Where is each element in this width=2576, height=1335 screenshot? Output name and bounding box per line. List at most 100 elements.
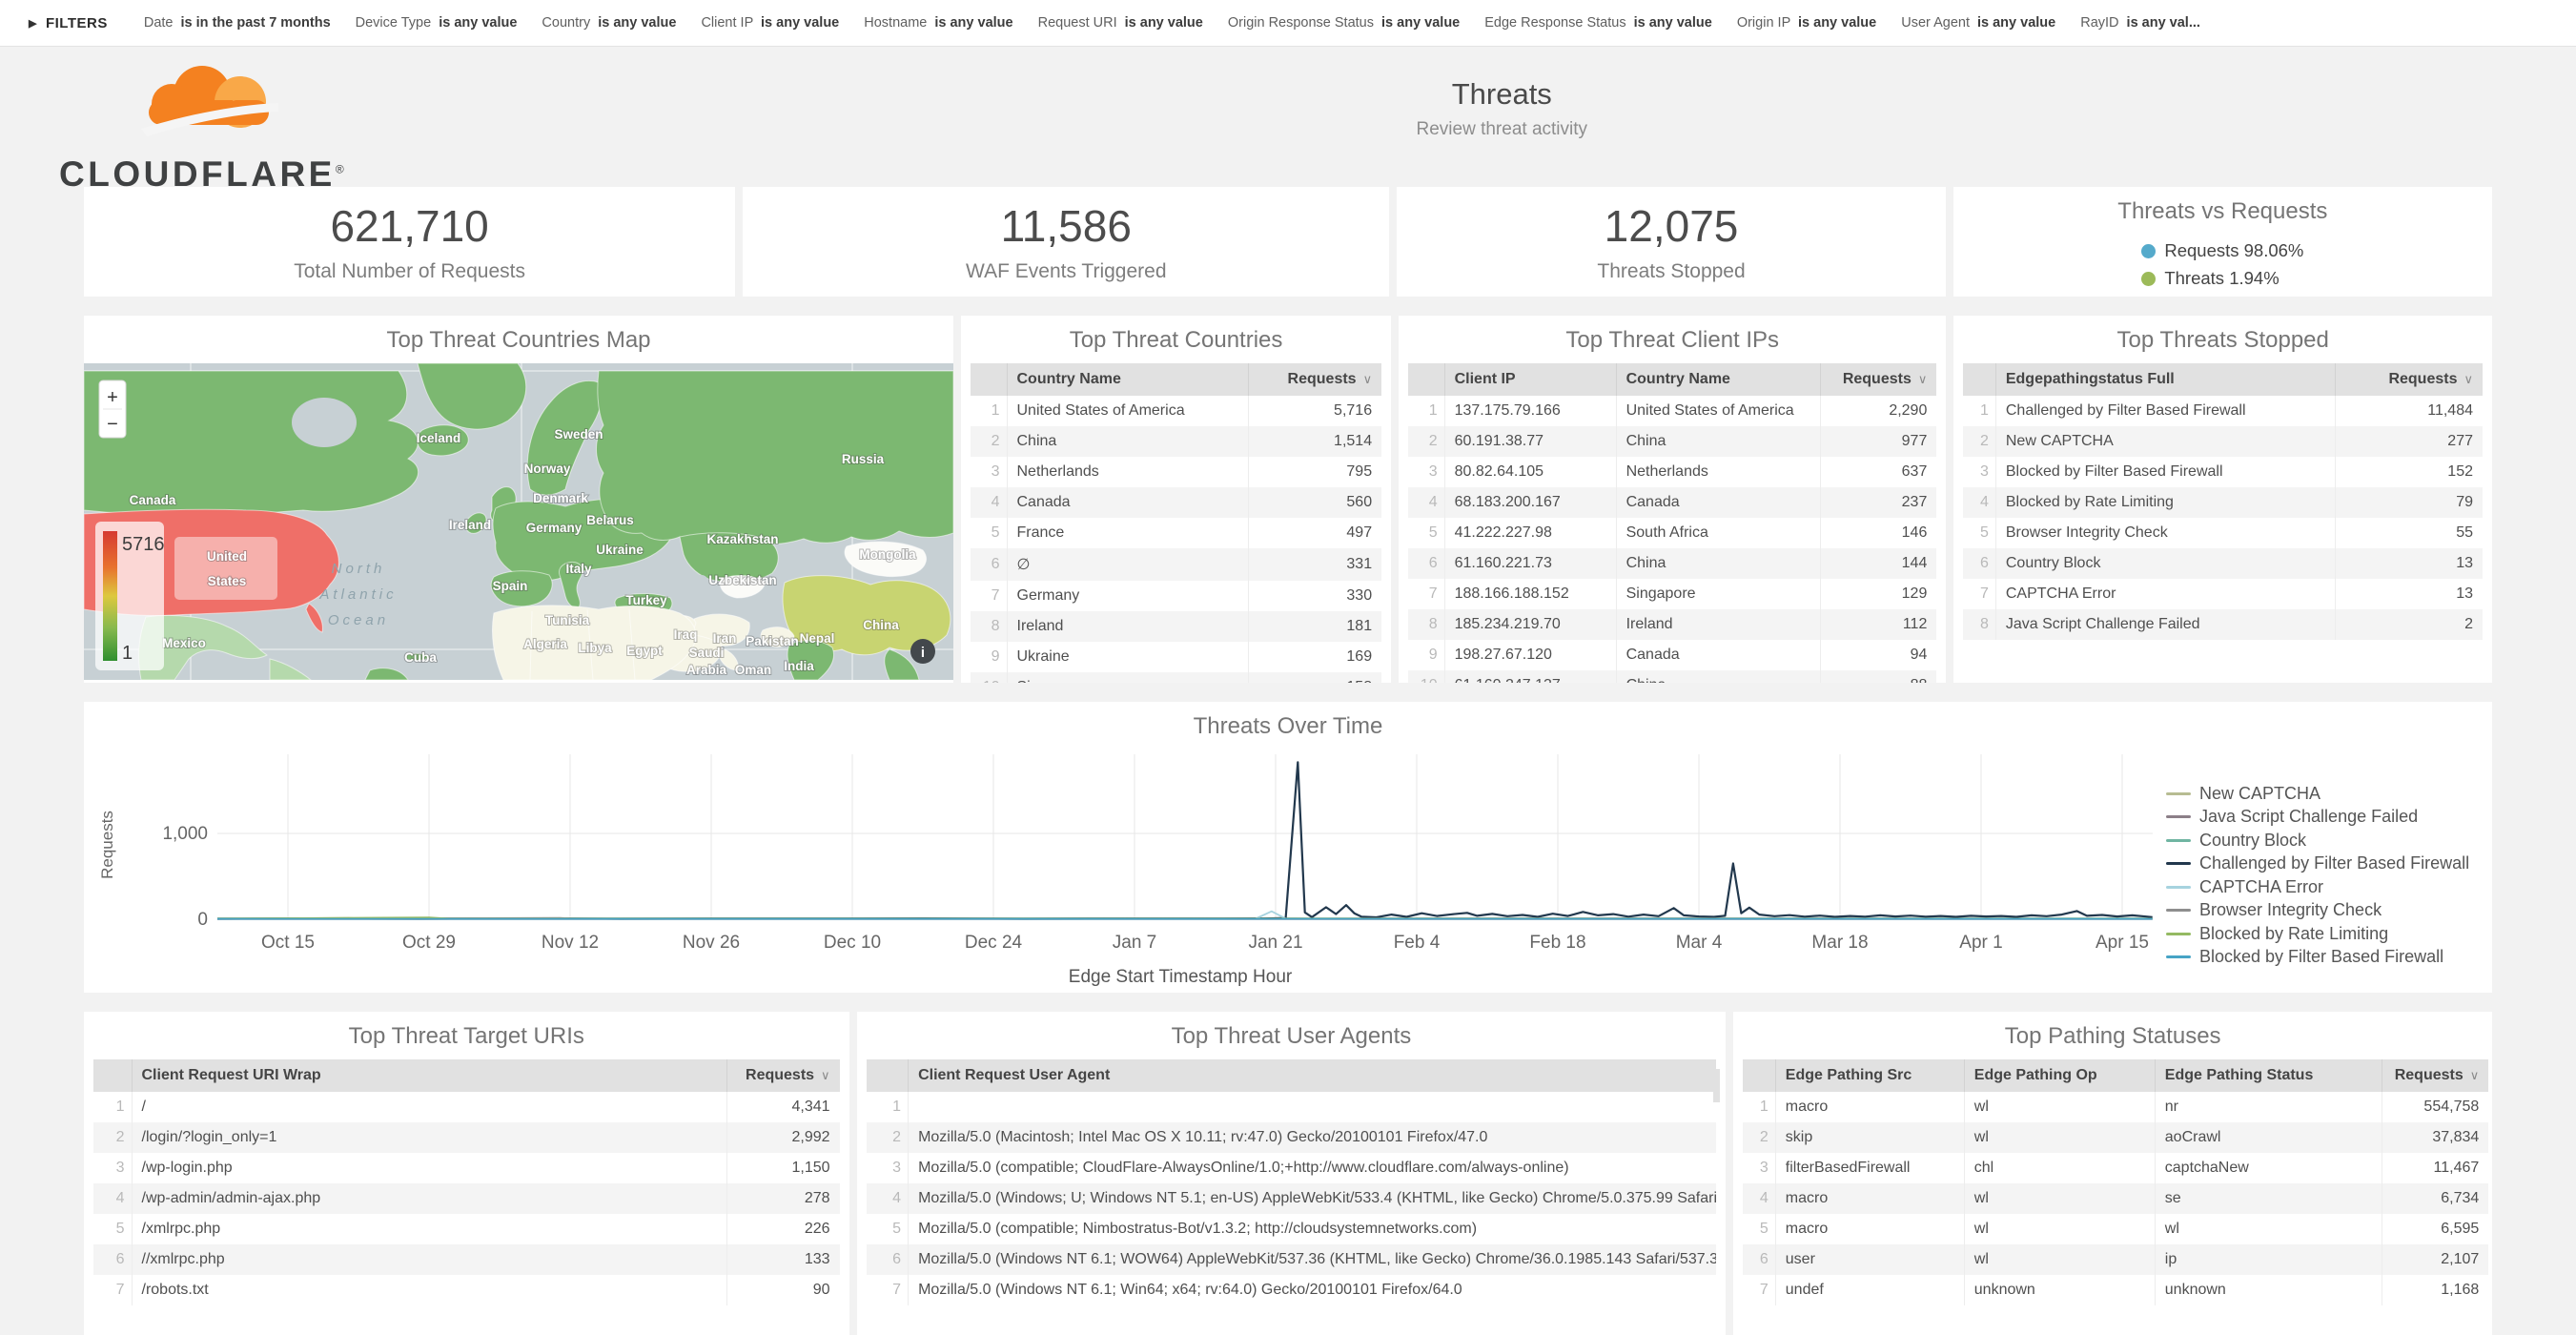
legend-label: CAPTCHA Error xyxy=(2199,877,2323,897)
cell: 55 xyxy=(2335,518,2483,548)
filters-toggle[interactable]: ▶ FILTERS xyxy=(29,15,108,31)
filter-item[interactable]: Device Type is any value xyxy=(356,15,518,31)
cell: 79 xyxy=(2335,487,2483,518)
cell: 88 xyxy=(1820,670,1936,683)
filters-toggle-label: FILTERS xyxy=(46,15,108,31)
cell: 237 xyxy=(1820,487,1936,518)
filter-item[interactable]: Request URI is any value xyxy=(1038,15,1203,31)
filter-bar: ▶ FILTERS Date is in the past 7 months De… xyxy=(0,0,2576,47)
cell: Netherlands xyxy=(1007,457,1248,487)
map-tables-row: Top Threat Countries Map xyxy=(84,316,2492,683)
column-header[interactable]: Edge Pathing Op xyxy=(1964,1059,2155,1092)
cell: 2,290 xyxy=(1820,396,1936,426)
filter-item[interactable]: Edge Response Status is any value xyxy=(1484,15,1712,31)
filter-item[interactable]: Date is in the past 7 months xyxy=(144,15,331,31)
cell: Mozilla/5.0 (compatible; CloudFlare-Alwa… xyxy=(909,1153,1717,1183)
filter-item[interactable]: Origin Response Status is any value xyxy=(1228,15,1460,31)
table-row: 6userwlip2,107 xyxy=(1743,1244,2488,1275)
cell: 2,992 xyxy=(727,1122,840,1153)
panel-title: Top Threat Target URIs xyxy=(93,1023,840,1050)
legend-item[interactable]: Java Script Challenge Failed xyxy=(2166,806,2469,830)
map-label: Germany xyxy=(526,521,583,535)
cell: 185.234.219.70 xyxy=(1444,609,1616,640)
top-threats-stopped-panel: Top Threats Stopped Edgepathingstatus Fu… xyxy=(1953,316,2492,683)
filter-item[interactable]: Client IP is any value xyxy=(701,15,839,31)
map-label: Egypt xyxy=(626,644,663,658)
legend-item[interactable]: Blocked by Filter Based Firewall xyxy=(2166,946,2469,970)
cell: France xyxy=(1007,518,1248,548)
column-header[interactable]: Edge Pathing Src xyxy=(1775,1059,1964,1092)
map-label: Oman xyxy=(735,663,771,677)
column-header[interactable]: Client Request User Agent xyxy=(909,1059,1717,1092)
world-map[interactable]: CanadaUnitedStatesMexicoCubaIcelandIrela… xyxy=(84,363,953,680)
zoom-in-button[interactable]: + xyxy=(107,387,118,408)
column-header[interactable]: Requests∨ xyxy=(1248,363,1381,396)
filter-item[interactable]: RayID is any val... xyxy=(2080,15,2200,31)
legend-swatch xyxy=(2166,839,2191,842)
cell: undef xyxy=(1775,1275,1964,1305)
map-label: Turkey xyxy=(625,593,667,607)
cloudflare-cloud-icon xyxy=(59,49,297,163)
column-header[interactable]: Client Request URI Wrap xyxy=(132,1059,727,1092)
table-row: 5Mozilla/5.0 (compatible; Nimbostratus-B… xyxy=(867,1214,1717,1244)
map-info-icon[interactable]: i xyxy=(910,639,935,664)
legend-swatch xyxy=(2166,862,2191,865)
threats-vs-requests-legend: Requests 98.06% Threats 1.94% xyxy=(2103,240,2341,289)
filter-item[interactable]: Hostname is any value xyxy=(864,15,1012,31)
legend-item: Threats 1.94% xyxy=(2141,268,2341,289)
top-threat-target-uris-panel: Top Threat Target URIs Client Request UR… xyxy=(84,1012,849,1335)
column-header[interactable]: Edge Pathing Status xyxy=(2155,1059,2382,1092)
cell: Blocked by Rate Limiting xyxy=(1995,487,2335,518)
cell: 560 xyxy=(1248,487,1381,518)
map-label: India xyxy=(784,659,814,673)
x-axis-title: Edge Start Timestamp Hour xyxy=(1069,967,1293,987)
cell: Germany xyxy=(1007,581,1248,611)
legend-item[interactable]: Browser Integrity Check xyxy=(2166,899,2469,923)
sort-chevron-icon: ∨ xyxy=(1363,372,1373,386)
column-header[interactable]: Requests∨ xyxy=(2382,1059,2488,1092)
stat-value: 12,075 xyxy=(1605,200,1739,252)
page-title: Threats xyxy=(1417,77,1588,112)
panel-title: Top Threat Countries Map xyxy=(84,327,953,354)
table-row: 1United States of America5,716 xyxy=(971,396,1381,426)
cell: /wp-admin/admin-ajax.php xyxy=(132,1183,727,1214)
column-header[interactable]: Requests∨ xyxy=(1820,363,1936,396)
threats-over-time-chart[interactable]: Oct 15Oct 29Nov 12Nov 26Dec 10Dec 24Jan … xyxy=(84,702,2492,993)
table-row: 380.82.64.105Netherlands637 xyxy=(1408,457,1936,487)
map-label: Spain xyxy=(493,579,528,593)
cell: macro xyxy=(1775,1214,1964,1244)
cell: 90 xyxy=(727,1275,840,1305)
map-label: Ireland xyxy=(449,518,491,532)
legend-item: Requests 98.06% xyxy=(2141,240,2341,261)
map-label: Iraq xyxy=(674,627,698,642)
table-row: 7undefunknownunknown1,168 xyxy=(1743,1275,2488,1305)
filter-item[interactable]: User Agent is any value xyxy=(1901,15,2055,31)
filter-item[interactable]: Country is any value xyxy=(542,15,676,31)
filter-item[interactable]: Origin IP is any value xyxy=(1737,15,1876,31)
column-header[interactable]: Requests∨ xyxy=(727,1059,840,1092)
column-header[interactable]: Edgepathingstatus Full xyxy=(1995,363,2335,396)
legend-label: Browser Integrity Check xyxy=(2199,900,2382,920)
legend-swatch xyxy=(2166,815,2191,818)
sort-chevron-icon: ∨ xyxy=(821,1068,830,1082)
column-header[interactable]: Client IP xyxy=(1444,363,1616,396)
chart-legend: New CAPTCHAJava Script Challenge FailedC… xyxy=(2166,782,2469,969)
threats-dashboard: ▶ FILTERS Date is in the past 7 months De… xyxy=(0,0,2576,1335)
column-header[interactable]: Country Name xyxy=(1616,363,1820,396)
zoom-out-button[interactable]: − xyxy=(107,414,118,435)
legend-item[interactable]: CAPTCHA Error xyxy=(2166,875,2469,899)
table-row: 6∅331 xyxy=(971,548,1381,581)
table-row: 3Mozilla/5.0 (compatible; CloudFlare-Alw… xyxy=(867,1153,1717,1183)
panel-title: Threats vs Requests xyxy=(1953,198,2492,225)
cell: China xyxy=(1616,670,1820,683)
legend-item[interactable]: Challenged by Filter Based Firewall xyxy=(2166,852,2469,876)
cell: 795 xyxy=(1248,457,1381,487)
legend-item[interactable]: New CAPTCHA xyxy=(2166,782,2469,806)
page-title-block: Threats Review threat activity xyxy=(1417,77,1588,140)
legend-item[interactable]: Country Block xyxy=(2166,829,2469,852)
table-row: 10Singapore158 xyxy=(971,672,1381,683)
column-header[interactable]: Requests∨ xyxy=(2335,363,2483,396)
column-header[interactable]: Country Name xyxy=(1007,363,1248,396)
legend-item[interactable]: Blocked by Rate Limiting xyxy=(2166,922,2469,946)
threats-over-time-panel: Oct 15Oct 29Nov 12Nov 26Dec 10Dec 24Jan … xyxy=(84,702,2492,993)
